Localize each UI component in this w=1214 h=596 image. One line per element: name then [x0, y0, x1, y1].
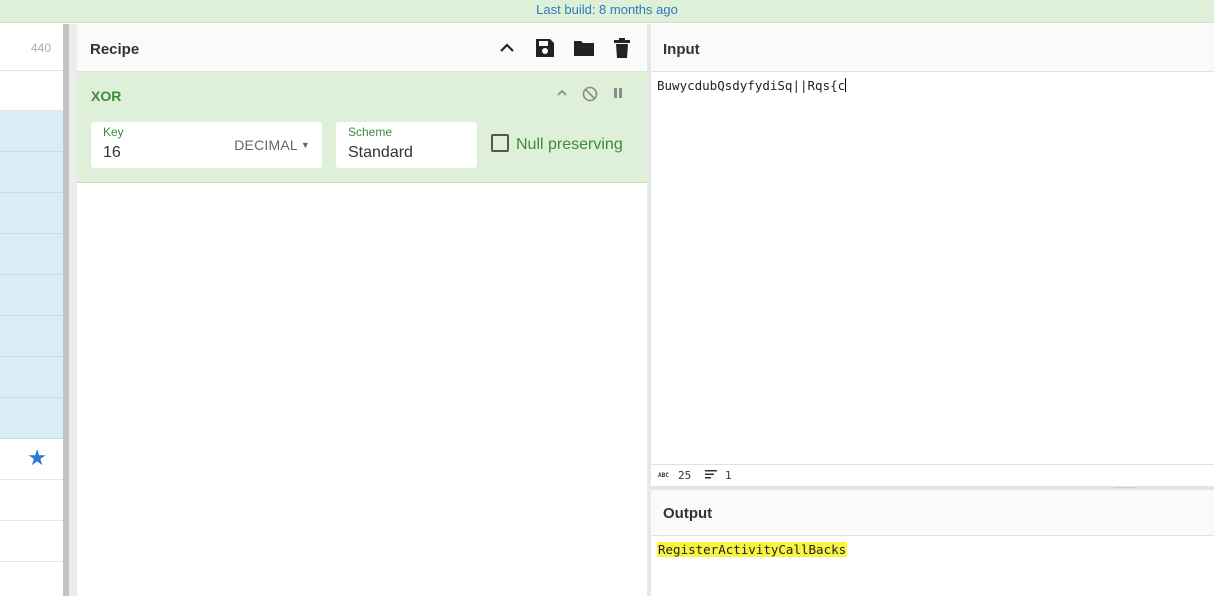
- input-length: 25: [678, 469, 692, 482]
- input-header: Input: [651, 24, 1214, 72]
- operation-card[interactable]: XOR Key 16 DECIMAL ▼ Scheme Standard Null…: [77, 72, 647, 183]
- category-item[interactable]: [0, 562, 63, 596]
- lines-icon: [704, 469, 718, 483]
- save-icon[interactable]: [534, 37, 556, 59]
- recipe-header: Recipe: [77, 24, 647, 72]
- key-label: Key: [103, 125, 124, 139]
- category-item[interactable]: [0, 480, 63, 521]
- operation-item[interactable]: [0, 357, 63, 398]
- key-value[interactable]: 16: [103, 144, 121, 162]
- svg-text:ABC: ABC: [658, 472, 669, 479]
- output-header: Output: [651, 490, 1214, 536]
- operation-item[interactable]: [0, 275, 63, 316]
- scheme-value[interactable]: Standard: [348, 144, 413, 162]
- chevron-up-icon[interactable]: [496, 37, 518, 59]
- input-text: BuwycdubQsdyfydiSq||Rqs{c: [657, 78, 846, 93]
- key-field[interactable]: Key 16 DECIMAL ▼: [91, 122, 322, 168]
- build-banner-text: Last build: 8 months ago: [536, 2, 678, 17]
- star-icon: ★: [27, 445, 47, 470]
- scrollbar[interactable]: [63, 24, 69, 596]
- build-banner: Last build: 8 months ago: [0, 0, 1214, 23]
- operation-item[interactable]: [0, 316, 63, 357]
- null-preserving-label[interactable]: Null preserving: [516, 136, 623, 154]
- key-format-label: DECIMAL: [234, 137, 298, 153]
- scheme-label: Scheme: [348, 125, 393, 139]
- output-text[interactable]: RegisterActivityCallBacks: [657, 542, 848, 557]
- trash-icon[interactable]: [611, 37, 633, 59]
- pane-resize-gutter[interactable]: [63, 24, 77, 596]
- operation-item[interactable]: [0, 398, 63, 439]
- recipe-pane: Recipe XOR Key 16 DECIMAL ▼ Scheme Stand…: [77, 24, 647, 596]
- chevron-up-icon[interactable]: [555, 86, 569, 103]
- category-item[interactable]: [0, 521, 63, 562]
- io-pane: Input BuwycdubQsdyfydiSq||Rqs{c ABC 25 1…: [651, 24, 1214, 596]
- length-icon: ABC: [658, 469, 672, 482]
- operation-item[interactable]: [0, 111, 63, 152]
- operation-item[interactable]: [0, 234, 63, 275]
- input-textarea[interactable]: BuwycdubQsdyfydiSq||Rqs{c: [657, 78, 847, 93]
- text-caret: [845, 78, 847, 92]
- operations-count: 440: [0, 24, 63, 71]
- operation-item[interactable]: [0, 193, 63, 234]
- scheme-field[interactable]: Scheme Standard: [336, 122, 477, 168]
- operation-item[interactable]: [0, 152, 63, 193]
- input-title: Input: [663, 41, 700, 58]
- operation-item[interactable]: [0, 71, 63, 111]
- key-format-dropdown[interactable]: DECIMAL ▼: [234, 137, 310, 153]
- recipe-title: Recipe: [90, 41, 140, 58]
- operations-panel: 440 ★: [0, 24, 63, 596]
- output-title: Output: [663, 505, 713, 522]
- folder-icon[interactable]: [573, 37, 595, 59]
- recipe-toolbar: [484, 37, 633, 59]
- pause-icon[interactable]: [612, 86, 624, 103]
- caret-down-icon: ▼: [300, 140, 310, 150]
- disable-icon[interactable]: [582, 86, 598, 105]
- operation-name: XOR: [91, 88, 122, 104]
- favourites-header[interactable]: ★: [0, 439, 63, 480]
- null-preserving-checkbox[interactable]: [491, 134, 509, 152]
- input-lines: 1: [725, 469, 732, 482]
